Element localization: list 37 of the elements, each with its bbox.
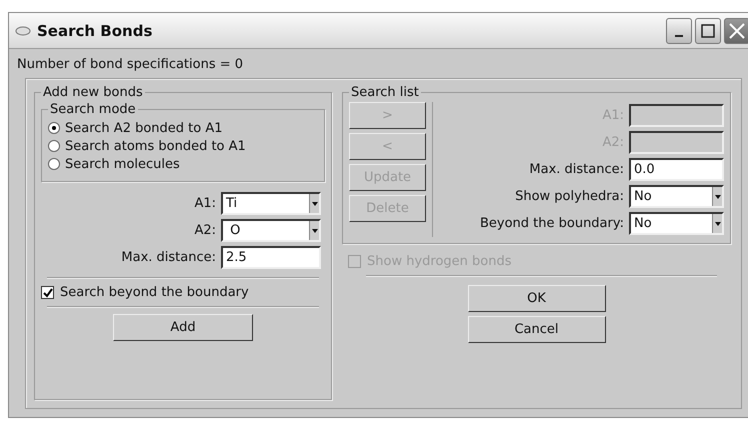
dialog-button[interactable]: Cancel <box>468 316 606 343</box>
input-field[interactable]: 0.0 <box>629 158 724 181</box>
field-label: Max. distance: <box>529 162 624 177</box>
dropdown[interactable]: No <box>629 185 724 208</box>
field-label: Max. distance: <box>121 250 216 265</box>
field-label: A2: <box>194 223 216 238</box>
radio-option[interactable]: Search molecules <box>48 155 318 173</box>
field-label: Beyond the boundary: <box>480 216 624 231</box>
minimize-button[interactable] <box>666 18 692 44</box>
dropdown[interactable]: O <box>221 219 321 242</box>
maximize-icon <box>701 24 715 38</box>
close-icon <box>729 22 745 38</box>
input-field[interactable]: 2.5 <box>221 246 321 269</box>
dialog-button[interactable]: OK <box>468 285 606 312</box>
radio-option[interactable]: Search A2 bonded to A1 <box>48 119 318 137</box>
group-title: Search mode <box>49 102 137 117</box>
minimize-icon <box>675 34 683 36</box>
field-label: Show polyhedra: <box>515 189 624 204</box>
caret-icon <box>714 194 720 198</box>
app-icon <box>15 26 31 36</box>
group-title: Add new bonds <box>42 85 144 100</box>
window-title: Search Bonds <box>37 22 154 40</box>
group-title: Search list <box>350 85 420 100</box>
add-button[interactable]: Add <box>113 314 253 341</box>
dropdown[interactable]: No <box>629 212 724 235</box>
field-label: A1: <box>194 196 216 211</box>
dropdown[interactable]: Ti <box>221 192 321 215</box>
input-field[interactable] <box>629 104 724 127</box>
caret-icon <box>312 228 318 232</box>
close-button[interactable] <box>724 18 748 44</box>
caret-icon <box>312 202 318 206</box>
bond-count-text: Number of bond specifications = 0 <box>16 56 244 74</box>
caret-icon <box>714 222 720 226</box>
input-field[interactable] <box>629 131 724 154</box>
beyond-checkbox[interactable]: Search beyond the boundary <box>41 285 325 300</box>
maximize-button[interactable] <box>695 18 721 44</box>
radio-option[interactable]: Search atoms bonded to A1 <box>48 137 318 155</box>
